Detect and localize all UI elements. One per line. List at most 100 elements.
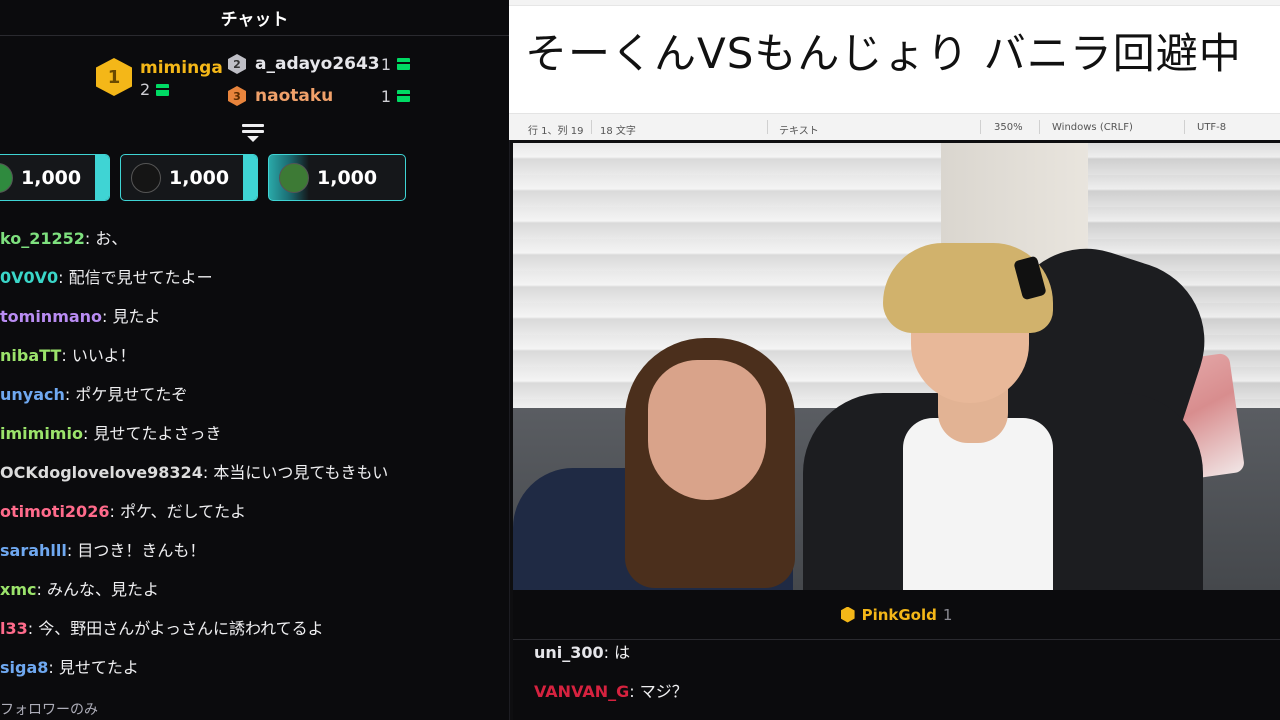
chat-panel-left: チャット 1 miminga 2 2 a_adayo2643 1 3 naota…: [0, 0, 510, 720]
chat-message-list: ko_21252: お、 0V0V0: 配信で見せてたよー tominmano:…: [0, 219, 509, 687]
chat-message: nibaTT: いいよ！: [0, 336, 509, 375]
chat-separator: :: [58, 268, 69, 287]
chat-username[interactable]: imimimio: [0, 424, 83, 443]
chat-username[interactable]: l33: [0, 619, 28, 638]
bits-card[interactable]: 1,000: [268, 154, 406, 201]
chat-username[interactable]: OCKdoglovelove98324: [0, 463, 203, 482]
chat-text: 目つき！きんも！: [77, 541, 206, 560]
chat-text: いいよ！: [71, 346, 136, 365]
leaderboard-username: miminga: [140, 58, 223, 78]
chat-text: 配信で見せてたよー: [68, 268, 213, 287]
leaderboard-second[interactable]: 2 a_adayo2643 1: [228, 54, 418, 74]
chat-message-list: uni_300: は VANVAN_G: マジ？: [513, 640, 1280, 718]
chat-text: 見せてたよ: [58, 658, 139, 677]
chat-username[interactable]: nibaTT: [0, 346, 61, 365]
leaderboard-username: a_adayo2643: [255, 54, 380, 74]
chat-text: お、: [95, 229, 128, 248]
status-divider: [591, 120, 592, 134]
chat-panel-right: PinkGold 1 uni_300: は VANVAN_G: マジ？: [513, 590, 1280, 720]
character-count: 18 文字: [600, 126, 636, 137]
chat-text: マジ？: [639, 682, 688, 701]
editor-top-bar: [509, 0, 1280, 6]
status-divider: [980, 120, 981, 134]
chat-mode-note: フォロワーのみ: [0, 702, 98, 718]
chat-username[interactable]: ko_21252: [0, 229, 85, 248]
silver-rank-icon: 2: [228, 54, 246, 74]
gift-count: 1: [380, 54, 391, 74]
bronze-rank-icon: 3: [228, 86, 246, 106]
bits-card[interactable]: 1,000: [120, 154, 258, 201]
bits-progress-fill: [243, 155, 257, 200]
chat-text: 見たよ: [112, 307, 161, 326]
gift-count: 1: [942, 605, 953, 624]
chat-separator: :: [603, 643, 615, 662]
chat-message: ko_21252: お、: [0, 219, 509, 258]
leaderboard-third[interactable]: 3 naotaku 1: [228, 86, 418, 106]
gift-leaderboard: 1 miminga 2 2 a_adayo2643 1 3 naotaku 1: [0, 36, 509, 122]
person-right: [803, 227, 1226, 590]
chat-username[interactable]: siga8: [0, 658, 48, 677]
chat-separator: :: [202, 463, 214, 482]
chat-separator: :: [629, 682, 640, 701]
gold-medal-icon: [840, 606, 855, 623]
chat-username[interactable]: VANVAN_G: [534, 682, 629, 701]
status-divider: [1184, 120, 1185, 134]
rank-number: 2: [233, 57, 241, 71]
line-ending[interactable]: Windows (CRLF): [1052, 122, 1133, 133]
bits-amount: 1,000: [317, 166, 378, 189]
chat-separator: :: [48, 658, 59, 677]
chat-title: チャット: [220, 10, 289, 30]
chat-username[interactable]: uni_300: [534, 643, 604, 662]
bits-amount: 1,000: [169, 166, 230, 189]
chat-username[interactable]: tominmano: [0, 307, 102, 326]
bits-card[interactable]: 1,000: [0, 154, 110, 201]
chat-separator: :: [27, 619, 39, 638]
avatar: [131, 162, 161, 193]
avatar: [279, 162, 309, 193]
chat-text: ポケ、だしてたよ: [119, 502, 247, 521]
zoom-level[interactable]: 350%: [994, 122, 1023, 133]
rank-number: 1: [107, 66, 121, 88]
cursor-position: 行 1、列 19: [528, 126, 584, 137]
chat-separator: :: [64, 385, 76, 404]
leaderboard-username: PinkGold: [861, 605, 937, 624]
chat-username[interactable]: 0V0V0: [0, 268, 58, 287]
chat-username[interactable]: xmc: [0, 580, 36, 599]
chat-message: VANVAN_G: マジ？: [534, 679, 1280, 718]
chat-username[interactable]: unyach: [0, 385, 65, 404]
gift-count: 2: [140, 80, 151, 99]
gold-medal-icon: 1: [96, 58, 132, 96]
leaderboard-username: naotaku: [255, 86, 334, 106]
gift-icon: [156, 83, 170, 96]
collapse-leaderboard-icon[interactable]: [242, 124, 264, 142]
chat-message: l33: 今、野田さんがよっさんに誘われてるよ: [0, 609, 509, 648]
chat-username[interactable]: otimoti2026: [0, 502, 109, 521]
status-divider: [1039, 120, 1040, 134]
chat-separator: :: [84, 229, 96, 248]
editor-text-area[interactable]: そーくんVSもんじょり バニラ回避中: [525, 20, 1242, 81]
editor-status-bar: 行 1、列 19 18 文字 テキスト 350% Windows (CRLF) …: [509, 113, 1280, 140]
chat-separator: :: [82, 424, 94, 443]
chat-text: 見せてたよさっき: [93, 424, 222, 443]
chat-message: xmc: みんな、見たよ: [0, 570, 509, 609]
chat-text: は: [614, 643, 631, 662]
chat-message: otimoti2026: ポケ、だしてたよ: [0, 492, 509, 531]
chat-separator: :: [61, 346, 72, 365]
notepad-window: そーくんVSもんじょり バニラ回避中 行 1、列 19 18 文字 テキスト 3…: [509, 0, 1280, 140]
camera-feed: [513, 143, 1280, 590]
bits-amount: 1,000: [21, 166, 82, 189]
gift-icon: [397, 90, 410, 102]
encoding[interactable]: UTF-8: [1197, 122, 1226, 133]
avatar: [0, 162, 13, 193]
leaderboard-first[interactable]: 1 miminga 2: [96, 58, 223, 99]
gift-leaderboard[interactable]: PinkGold 1: [513, 590, 1280, 640]
gift-count: 1: [380, 86, 391, 106]
chat-separator: :: [109, 502, 120, 521]
chat-message: 0V0V0: 配信で見せてたよー: [0, 258, 509, 297]
chat-username[interactable]: sarahlll: [0, 541, 67, 560]
status-divider: [767, 120, 768, 134]
chat-message: OCKdoglovelove98324: 本当にいつ見てもきもい: [0, 453, 509, 492]
chat-text: みんな、見たよ: [46, 580, 159, 599]
chat-header: チャット: [0, 0, 509, 36]
chat-separator: :: [102, 307, 113, 326]
